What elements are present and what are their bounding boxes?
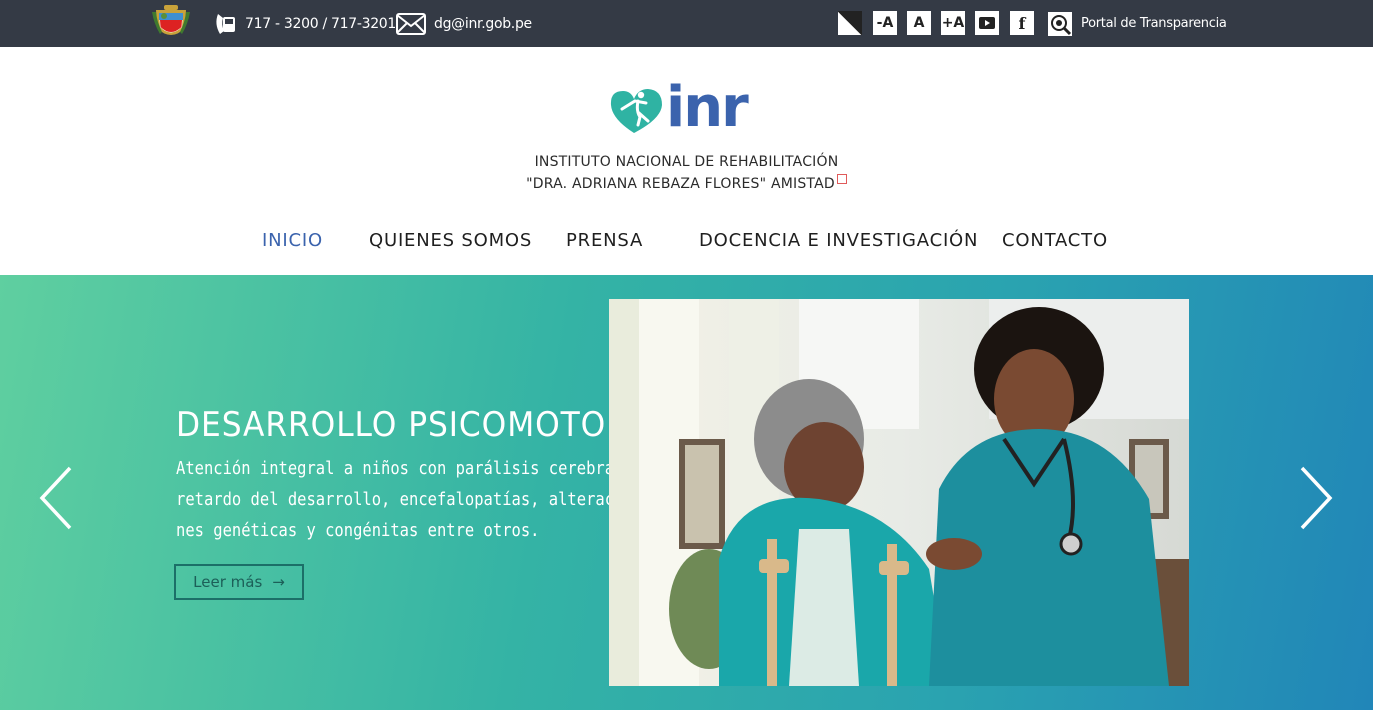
- font-increase-button[interactable]: +A: [941, 11, 965, 35]
- phone-contact[interactable]: 717 - 3200 / 717-3201: [214, 0, 396, 47]
- nav-item-prensa[interactable]: PRENSA: [566, 230, 643, 251]
- site-header: inr INSTITUTO NACIONAL DE REHABILITACIÓN…: [0, 47, 1373, 275]
- youtube-icon: [979, 17, 995, 29]
- youtube-link[interactable]: [975, 11, 999, 35]
- institute-name-line2: "DRA. ADRIANA REBAZA FLORES" AMISTAD: [0, 174, 1373, 192]
- envelope-icon: [396, 12, 426, 35]
- slide-photo: [609, 299, 1189, 686]
- facebook-link[interactable]: f: [1010, 11, 1034, 35]
- inr-logo[interactable]: inr: [608, 75, 760, 143]
- slider-next-button[interactable]: [1296, 465, 1336, 531]
- caregiver-patient-photo: [609, 299, 1189, 686]
- transparency-portal-link[interactable]: Portal de Transparencia: [1048, 0, 1227, 47]
- registered-mark-icon: [836, 174, 847, 184]
- slide-title: DESARROLLO PSICOMOTOR: [176, 405, 629, 445]
- nav-item-quienes-somos[interactable]: QUIENES SOMOS: [369, 230, 532, 251]
- phone-icon: [216, 13, 235, 34]
- contrast-toggle-button[interactable]: [838, 11, 862, 35]
- font-decrease-button[interactable]: -A: [873, 11, 897, 35]
- main-navigation: INICIO QUIENES SOMOS PRENSA DOCENCIA E I…: [0, 230, 1373, 260]
- transparency-portal-label: Portal de Transparencia: [1081, 16, 1227, 31]
- font-normal-button[interactable]: A: [907, 11, 931, 35]
- transparency-portal-icon: [1048, 11, 1072, 36]
- chevron-right-icon: [1300, 466, 1333, 530]
- chevron-left-icon: [39, 466, 72, 530]
- read-more-label: Leer más: [193, 573, 263, 591]
- email-contact[interactable]: dg@inr.gob.pe: [396, 0, 532, 47]
- nav-item-contacto[interactable]: CONTACTO: [1002, 230, 1108, 251]
- institute-name-line1: INSTITUTO NACIONAL DE REHABILITACIÓN: [534, 154, 839, 170]
- arrow-right-icon: →: [272, 573, 285, 591]
- nav-item-docencia-investigacion[interactable]: DOCENCIA E INVESTIGACIÓN: [699, 230, 978, 251]
- coat-of-arms-icon: [152, 0, 190, 47]
- nav-item-inicio[interactable]: INICIO: [262, 230, 323, 251]
- logo-wordmark: inr: [666, 75, 749, 140]
- contrast-icon: [838, 11, 862, 35]
- phone-number: 717 - 3200 / 717-3201: [245, 15, 397, 32]
- top-bar: 717 - 3200 / 717-3201 dg@inr.gob.pe -A A…: [0, 0, 1373, 47]
- email-address: dg@inr.gob.pe: [434, 15, 532, 32]
- hero-slider: DESARROLLO PSICOMOTOR Atención integral …: [0, 275, 1373, 710]
- read-more-button[interactable]: Leer más →: [174, 564, 304, 600]
- slider-prev-button[interactable]: [36, 465, 76, 531]
- slide-description: Atención integral a niños con parálisis …: [176, 458, 642, 541]
